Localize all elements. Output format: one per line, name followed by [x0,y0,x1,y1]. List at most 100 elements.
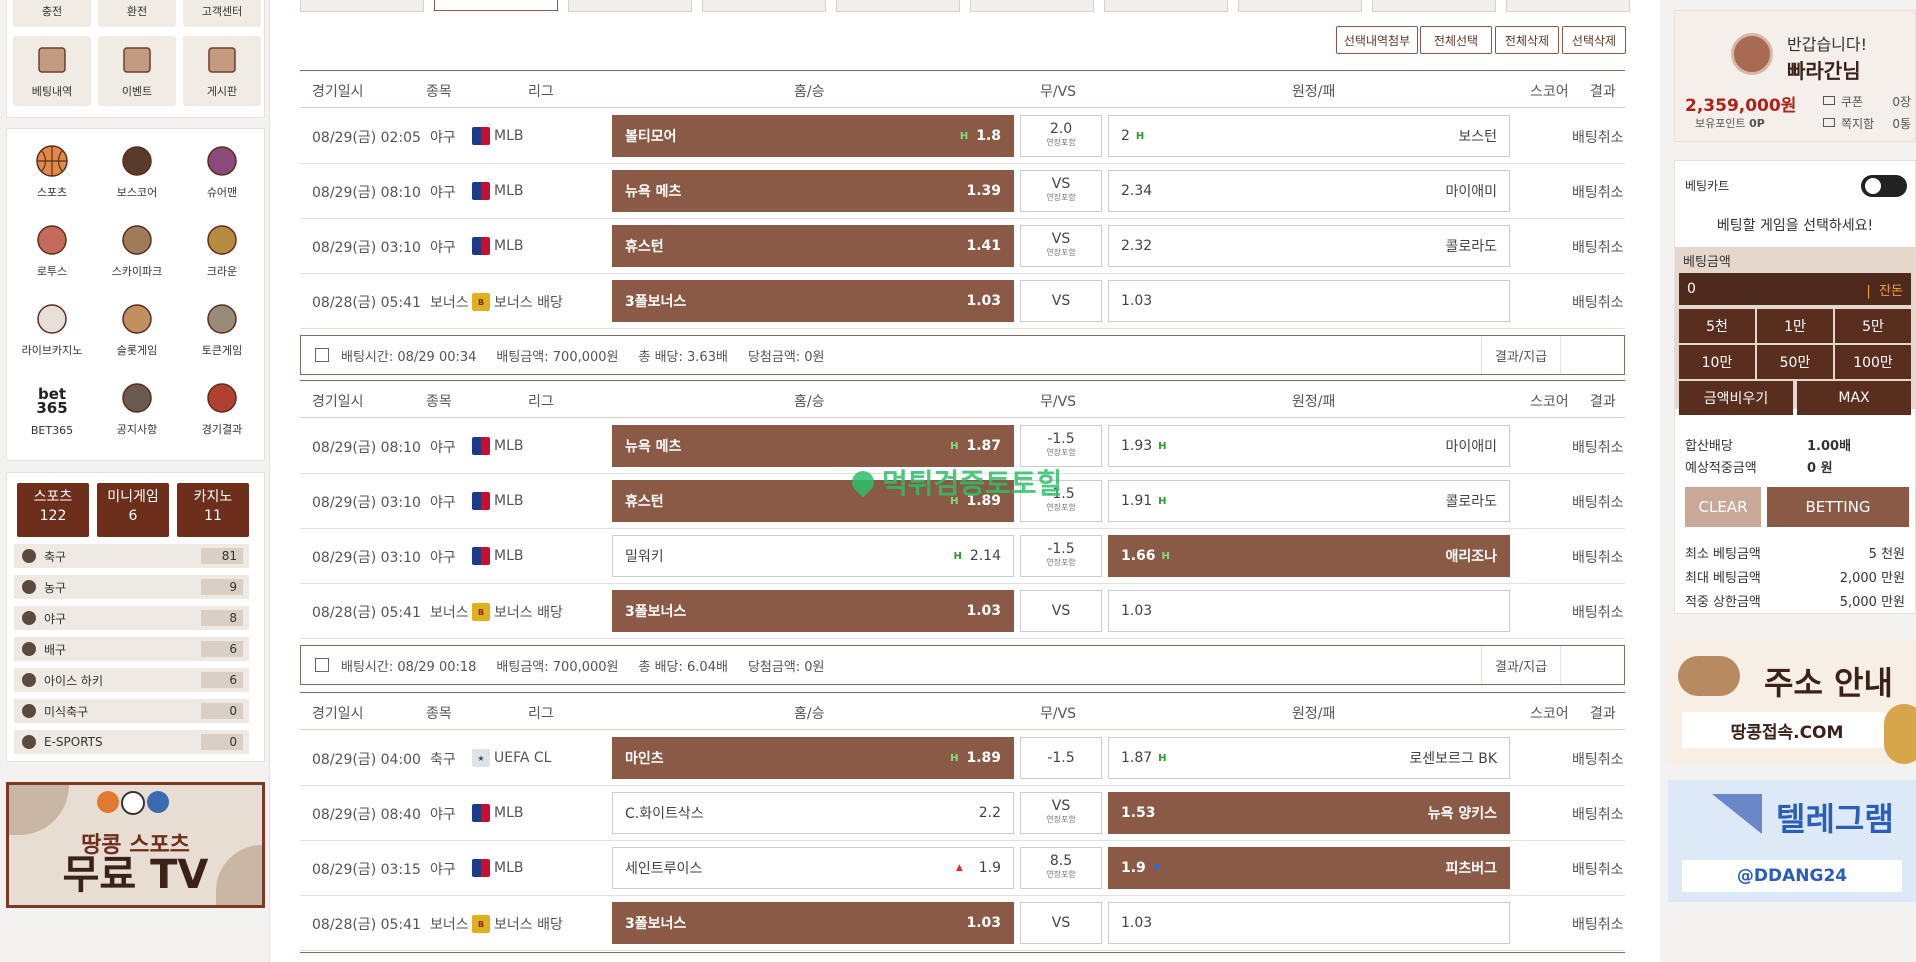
draw-cell[interactable]: VS [1020,590,1102,632]
change-link[interactable]: | 잔돈 [1866,280,1903,299]
sport-item[interactable]: 배구 6 [14,637,249,661]
game-tile-boscore[interactable]: 보스코어 [98,137,176,207]
home-odds-cell[interactable]: 3폴보너스 1.03 [612,590,1014,632]
top-tab[interactable] [1506,0,1630,12]
result-payout-link[interactable]: 결과/지급 [1481,646,1561,684]
tile-exchange[interactable]: 환전 [98,0,176,27]
sport-item[interactable]: E-SPORTS 0 [14,730,249,754]
home-odds-cell[interactable]: 3폴보너스 1.03 [612,902,1014,944]
draw-cell[interactable]: VS 연장포함 [1020,225,1102,267]
top-tab[interactable] [702,0,826,12]
away-odds-cell[interactable]: 1.91 H 콜로라도 [1108,480,1510,522]
coupon-link[interactable]: 쿠폰 0장 [1823,93,1911,110]
home-odds-cell[interactable]: 마인츠 H 1.89 [612,737,1014,779]
tile-gift[interactable]: 이벤트 [98,36,176,106]
tile-charge[interactable]: 충전 [13,0,91,27]
sport-item[interactable]: 아이스 하키 6 [14,668,249,692]
draw-cell[interactable]: VS [1020,280,1102,322]
free-tv-banner[interactable]: 땅콩 스포츠 무료 TV [6,782,265,908]
away-odds-cell[interactable]: 1.9 ▼ 피츠버그 [1108,847,1510,889]
betting-button[interactable]: BETTING [1767,487,1909,527]
away-odds-cell[interactable]: 1.53 뉴욕 양키스 [1108,792,1510,834]
top-tab[interactable] [568,0,692,12]
away-odds-cell[interactable]: 1.03 [1108,590,1510,632]
away-odds-cell[interactable]: 1.03 [1108,280,1510,322]
clear-button[interactable]: CLEAR [1685,487,1761,527]
game-tile-megaphone[interactable]: 공지사항 [98,374,176,444]
amount-button[interactable]: 5천 [1679,309,1755,343]
top-tab[interactable] [1104,0,1228,12]
game-tile-basketball[interactable]: 스포츠 [13,137,91,207]
home-odds-cell[interactable]: 뉴욕 메츠 H 1.87 [612,425,1014,467]
toolbar-button[interactable]: 전체삭제 [1495,26,1559,54]
select-checkbox[interactable] [315,348,329,362]
draw-cell[interactable]: VS 연장포함 [1020,170,1102,212]
game-tile-slot[interactable]: 슬롯게임 [98,295,176,365]
draw-cell[interactable]: 2.0 연장포함 [1020,115,1102,157]
amount-button[interactable]: 1만 [1757,309,1833,343]
game-tile-crown[interactable]: 크라운 [183,216,261,286]
away-odds-cell[interactable]: 2 H 보스턴 [1108,115,1510,157]
away-odds-cell[interactable]: 1.87 H 로센보르그 BK [1108,737,1510,779]
message-link[interactable]: 쪽지함 0통 [1823,115,1911,132]
top-tab[interactable] [1372,0,1496,12]
sport-item[interactable]: 미식축구 0 [14,699,249,723]
tile-support[interactable]: 고객센터 [183,0,261,27]
tile-speech-bubble[interactable]: 게시판 [183,36,261,106]
top-tab[interactable] [300,0,424,12]
amount-button[interactable]: 100만 [1835,345,1911,379]
top-tab[interactable] [1238,0,1362,12]
game-tile-sureman[interactable]: 슈어맨 [183,137,261,207]
home-odds-cell[interactable]: 3폴보너스 1.03 [612,280,1014,322]
max-button[interactable]: MAX [1797,381,1911,415]
game-tile-bet365[interactable]: bet 365 BET365 [13,374,91,444]
cart-toggle[interactable] [1861,175,1907,197]
amount-button[interactable]: 50만 [1757,345,1833,379]
game-tile-cards[interactable]: 라이브카지노 [13,295,91,365]
home-odds-cell[interactable]: 뉴욕 메츠 1.39 [612,170,1014,212]
top-tab[interactable] [434,0,558,11]
top-tab[interactable] [836,0,960,12]
toolbar-button[interactable]: 전체선택 [1420,26,1492,54]
away-odds-cell[interactable]: 2.32 콜로라도 [1108,225,1510,267]
amount-button[interactable]: 5만 [1835,309,1911,343]
game-tile-results-chart[interactable]: 경기결과 [183,374,261,444]
amount-button[interactable]: 10만 [1679,345,1755,379]
home-odds-cell[interactable]: 세인트루이스 ▲ 1.9 [612,847,1014,889]
sport-item[interactable]: 축구 81 [14,544,249,568]
game-tile-lotus[interactable]: 로투스 [13,216,91,286]
category-tab[interactable]: 카지노 11 [177,483,249,537]
category-tab[interactable]: 미니게임 6 [97,483,169,537]
draw-cell[interactable]: 8.5 연장포함 [1020,847,1102,889]
amount-input[interactable]: 0 | 잔돈 [1679,273,1911,305]
bet-result: 배팅취소 [1572,550,1624,566]
draw-cell[interactable]: -1.5 연장포함 [1020,425,1102,467]
top-tab[interactable] [970,0,1094,12]
column-header-score: 스코어 [1530,706,1569,722]
select-checkbox[interactable] [315,658,329,672]
draw-cell[interactable]: -1.5 연장포함 [1020,535,1102,577]
sport-item[interactable]: 야구 8 [14,606,249,630]
away-odds-cell[interactable]: 2.34 마이애미 [1108,170,1510,212]
draw-cell[interactable]: VS 연장포함 [1020,792,1102,834]
toolbar-button[interactable]: 선택삭제 [1562,26,1626,54]
result-payout-link[interactable]: 결과/지급 [1481,336,1561,374]
away-odds-cell[interactable]: 1.66 H 애리조나 [1108,535,1510,577]
category-tab[interactable]: 스포츠 122 [17,483,89,537]
away-odds-cell[interactable]: 1.03 [1108,902,1510,944]
sport-item[interactable]: 농구 9 [14,575,249,599]
toolbar-button[interactable]: 선택내역첨부 [1336,26,1418,54]
game-tile-dice[interactable]: 토큰게임 [183,295,261,365]
home-odds-cell[interactable]: 밀워키 H 2.14 [612,535,1014,577]
address-banner[interactable]: 주소 안내 땅콩접속.COM [1668,640,1916,764]
clear-amount-button[interactable]: 금액비우기 [1679,381,1793,415]
home-odds-cell[interactable]: C.화이트삭스 2.2 [612,792,1014,834]
home-odds-cell[interactable]: 휴스턴 1.41 [612,225,1014,267]
away-odds-cell[interactable]: 1.93 H 마이애미 [1108,425,1510,467]
home-odds-cell[interactable]: 볼티모어 H 1.8 [612,115,1014,157]
draw-cell[interactable]: -1.5 [1020,737,1102,779]
draw-cell[interactable]: VS [1020,902,1102,944]
tile-chart[interactable]: 베팅내역 [13,36,91,106]
game-tile-skypark[interactable]: 스카이파크 [98,216,176,286]
telegram-banner[interactable]: 텔레그램 @DDANG24 [1668,780,1916,902]
